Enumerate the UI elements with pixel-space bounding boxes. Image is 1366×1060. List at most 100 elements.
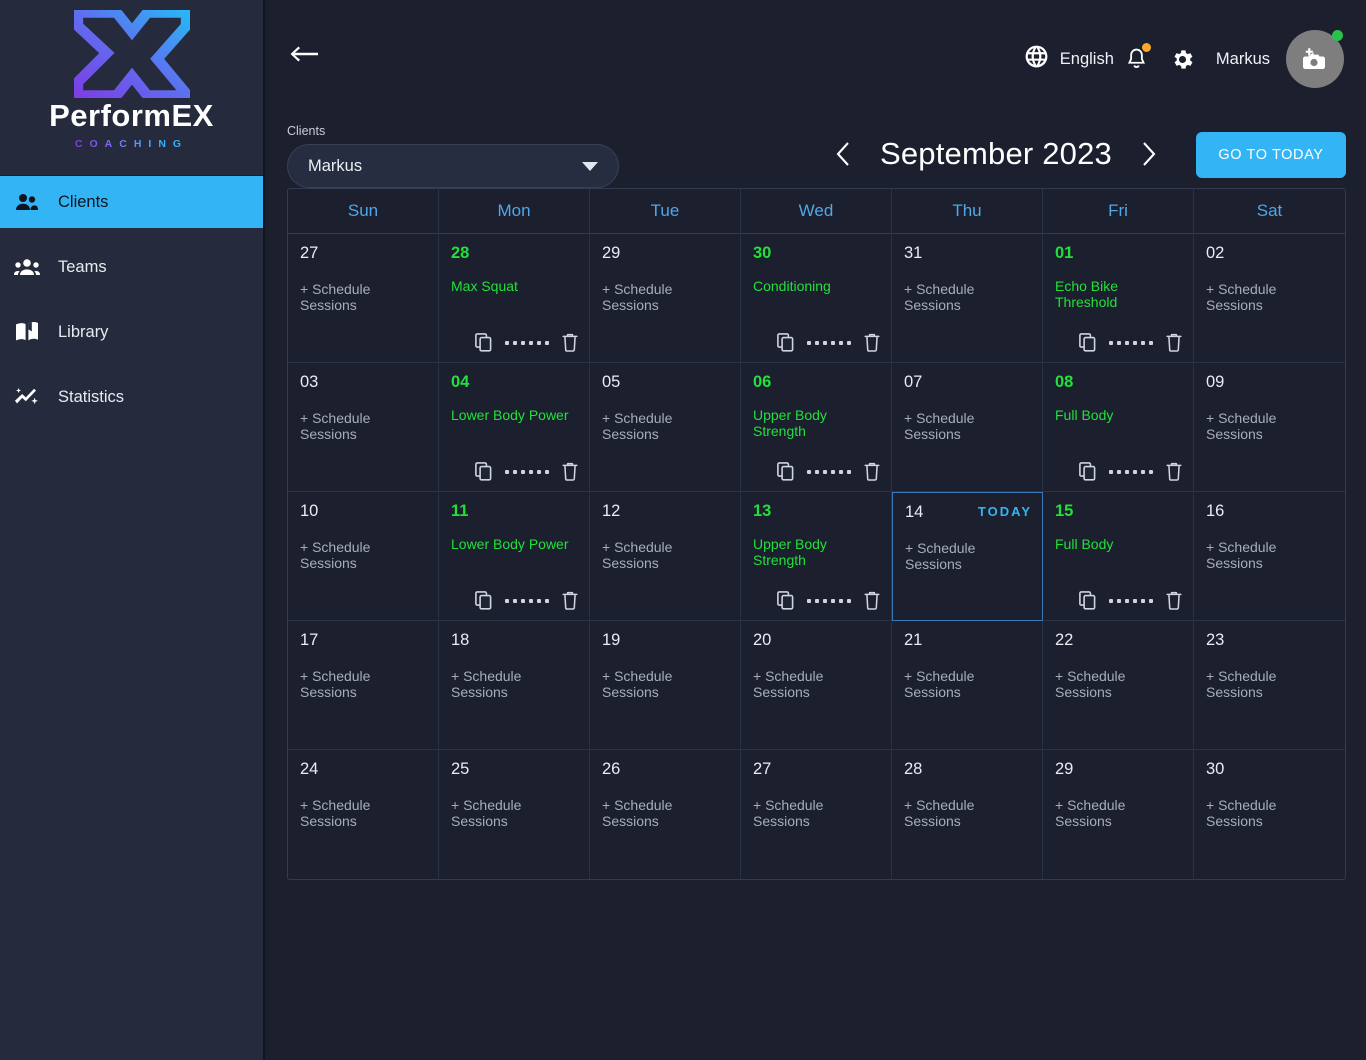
go-to-today-button[interactable]: GO TO TODAY (1196, 132, 1346, 178)
drag-handle-icon[interactable] (807, 341, 851, 345)
calendar-day-cell[interactable]: 28+ Schedule Sessions (892, 750, 1043, 879)
prev-month-button[interactable] (821, 130, 865, 178)
drag-handle-icon[interactable] (505, 470, 549, 474)
sidebar-item-clients[interactable]: Clients (0, 176, 263, 228)
calendar-day-cell[interactable]: 13Upper Body Strength (741, 492, 892, 621)
back-button[interactable] (287, 42, 327, 76)
copy-icon[interactable] (777, 333, 794, 352)
schedule-sessions-link[interactable]: + Schedule Sessions (1206, 668, 1333, 700)
client-select[interactable]: Markus (287, 144, 619, 188)
schedule-sessions-link[interactable]: + Schedule Sessions (1055, 797, 1181, 829)
calendar-day-cell[interactable]: 17+ Schedule Sessions (288, 621, 439, 750)
schedule-sessions-link[interactable]: + Schedule Sessions (1206, 797, 1333, 829)
schedule-sessions-link[interactable]: + Schedule Sessions (905, 540, 1030, 572)
schedule-sessions-link[interactable]: + Schedule Sessions (753, 668, 879, 700)
trash-icon[interactable] (562, 591, 578, 610)
calendar-day-cell[interactable]: 01Echo Bike Threshold (1043, 234, 1194, 363)
schedule-sessions-link[interactable]: + Schedule Sessions (300, 281, 426, 313)
schedule-sessions-link[interactable]: + Schedule Sessions (1055, 668, 1181, 700)
calendar-day-cell[interactable]: 23+ Schedule Sessions (1194, 621, 1345, 750)
avatar[interactable] (1286, 30, 1344, 88)
trash-icon[interactable] (864, 462, 880, 481)
session-name[interactable]: Conditioning (753, 278, 879, 295)
schedule-sessions-link[interactable]: + Schedule Sessions (602, 668, 728, 700)
trash-icon[interactable] (1166, 462, 1182, 481)
calendar-day-cell[interactable]: 15Full Body (1043, 492, 1194, 621)
calendar-day-cell[interactable]: 28Max Squat (439, 234, 590, 363)
calendar-day-cell[interactable]: 06Upper Body Strength (741, 363, 892, 492)
calendar-day-cell[interactable]: 07+ Schedule Sessions (892, 363, 1043, 492)
session-name[interactable]: Full Body (1055, 536, 1181, 553)
schedule-sessions-link[interactable]: + Schedule Sessions (1206, 410, 1333, 442)
schedule-sessions-link[interactable]: + Schedule Sessions (451, 797, 577, 829)
calendar-day-cell[interactable]: 24+ Schedule Sessions (288, 750, 439, 879)
calendar-day-cell[interactable]: 02+ Schedule Sessions (1194, 234, 1345, 363)
language-switcher[interactable]: English (1024, 44, 1114, 74)
drag-handle-icon[interactable] (1109, 599, 1153, 603)
calendar-day-cell[interactable]: 25+ Schedule Sessions (439, 750, 590, 879)
schedule-sessions-link[interactable]: + Schedule Sessions (602, 797, 728, 829)
drag-handle-icon[interactable] (807, 470, 851, 474)
drag-handle-icon[interactable] (505, 599, 549, 603)
calendar-day-cell[interactable]: 09+ Schedule Sessions (1194, 363, 1345, 492)
trash-icon[interactable] (864, 591, 880, 610)
calendar-day-cell[interactable]: 29+ Schedule Sessions (1043, 750, 1194, 879)
calendar-day-cell[interactable]: 30+ Schedule Sessions (1194, 750, 1345, 879)
calendar-day-cell[interactable]: 04Lower Body Power (439, 363, 590, 492)
session-name[interactable]: Lower Body Power (451, 536, 577, 553)
sidebar-item-statistics[interactable]: Statistics (0, 371, 263, 423)
copy-icon[interactable] (1079, 591, 1096, 610)
schedule-sessions-link[interactable]: + Schedule Sessions (451, 668, 577, 700)
calendar-day-cell[interactable]: 12+ Schedule Sessions (590, 492, 741, 621)
schedule-sessions-link[interactable]: + Schedule Sessions (300, 410, 426, 442)
schedule-sessions-link[interactable]: + Schedule Sessions (602, 539, 728, 571)
calendar-day-cell[interactable]: 20+ Schedule Sessions (741, 621, 892, 750)
calendar-day-cell[interactable]: 08Full Body (1043, 363, 1194, 492)
sidebar-item-teams[interactable]: Teams (0, 241, 263, 293)
schedule-sessions-link[interactable]: + Schedule Sessions (300, 668, 426, 700)
next-month-button[interactable] (1127, 130, 1171, 178)
schedule-sessions-link[interactable]: + Schedule Sessions (300, 539, 426, 571)
schedule-sessions-link[interactable]: + Schedule Sessions (602, 410, 728, 442)
calendar-day-cell[interactable]: 27+ Schedule Sessions (741, 750, 892, 879)
calendar-day-cell[interactable]: 22+ Schedule Sessions (1043, 621, 1194, 750)
copy-icon[interactable] (1079, 462, 1096, 481)
session-name[interactable]: Lower Body Power (451, 407, 577, 424)
settings-button[interactable] (1160, 40, 1206, 78)
session-name[interactable]: Upper Body Strength (753, 407, 879, 441)
calendar-day-cell[interactable]: 10+ Schedule Sessions (288, 492, 439, 621)
trash-icon[interactable] (1166, 591, 1182, 610)
copy-icon[interactable] (777, 591, 794, 610)
calendar-day-cell[interactable]: 03+ Schedule Sessions (288, 363, 439, 492)
copy-icon[interactable] (1079, 333, 1096, 352)
calendar-day-cell[interactable]: 19+ Schedule Sessions (590, 621, 741, 750)
trash-icon[interactable] (1166, 333, 1182, 352)
drag-handle-icon[interactable] (1109, 470, 1153, 474)
calendar-day-cell[interactable]: 26+ Schedule Sessions (590, 750, 741, 879)
trash-icon[interactable] (864, 333, 880, 352)
copy-icon[interactable] (475, 462, 492, 481)
calendar-day-cell[interactable]: 11Lower Body Power (439, 492, 590, 621)
session-name[interactable]: Full Body (1055, 407, 1181, 424)
copy-icon[interactable] (475, 591, 492, 610)
notifications-button[interactable] (1114, 40, 1160, 78)
calendar-day-cell[interactable]: 31+ Schedule Sessions (892, 234, 1043, 363)
user-name-label[interactable]: Markus (1216, 50, 1270, 69)
schedule-sessions-link[interactable]: + Schedule Sessions (602, 281, 728, 313)
schedule-sessions-link[interactable]: + Schedule Sessions (904, 797, 1030, 829)
schedule-sessions-link[interactable]: + Schedule Sessions (1206, 539, 1333, 571)
calendar-day-cell[interactable]: 21+ Schedule Sessions (892, 621, 1043, 750)
schedule-sessions-link[interactable]: + Schedule Sessions (1206, 281, 1333, 313)
drag-handle-icon[interactable] (1109, 341, 1153, 345)
calendar-day-cell[interactable]: 05+ Schedule Sessions (590, 363, 741, 492)
session-name[interactable]: Echo Bike Threshold (1055, 278, 1181, 312)
copy-icon[interactable] (475, 333, 492, 352)
calendar-day-cell[interactable]: 27+ Schedule Sessions (288, 234, 439, 363)
calendar-day-cell[interactable]: 29+ Schedule Sessions (590, 234, 741, 363)
schedule-sessions-link[interactable]: + Schedule Sessions (300, 797, 426, 829)
trash-icon[interactable] (562, 462, 578, 481)
calendar-day-cell[interactable]: 14TODAY+ Schedule Sessions (892, 492, 1043, 621)
schedule-sessions-link[interactable]: + Schedule Sessions (904, 668, 1030, 700)
schedule-sessions-link[interactable]: + Schedule Sessions (753, 797, 879, 829)
trash-icon[interactable] (562, 333, 578, 352)
